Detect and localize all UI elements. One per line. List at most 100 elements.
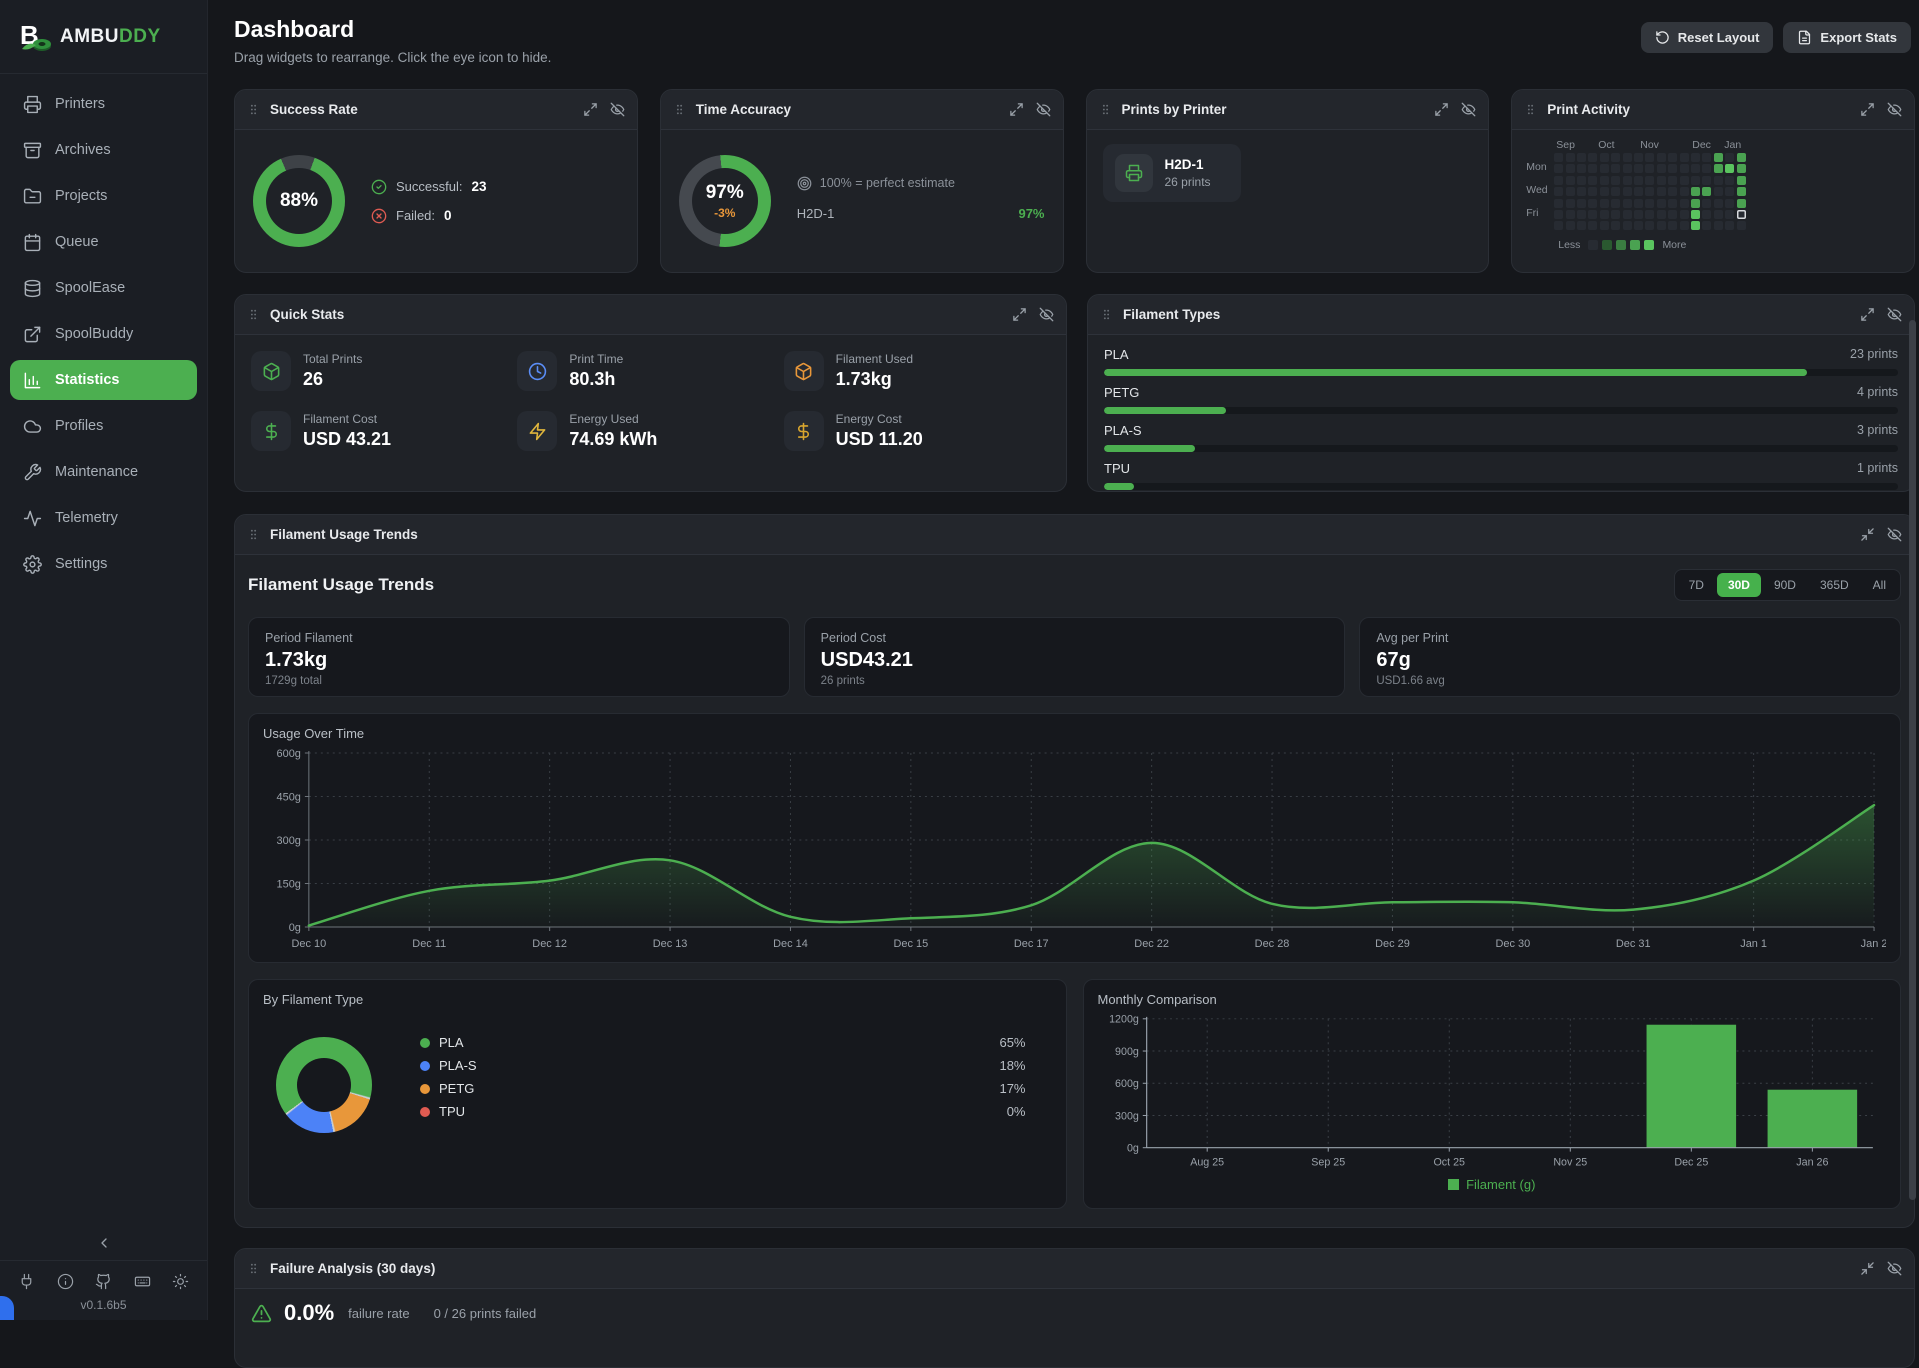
box-icon bbox=[794, 362, 813, 381]
export-stats-button[interactable]: Export Stats bbox=[1783, 22, 1911, 53]
bar-chart-icon bbox=[23, 371, 42, 390]
hide-button[interactable] bbox=[1039, 307, 1054, 322]
sidebar-nav: Printers Archives Projects Queue SpoolEa… bbox=[0, 74, 207, 590]
box-icon bbox=[262, 362, 281, 381]
svg-text:Nov 25: Nov 25 bbox=[1553, 1156, 1587, 1168]
widget-failure-analysis: Failure Analysis (30 days) 0.0% failure … bbox=[234, 1248, 1915, 1368]
time-range-selector: 7D 30D 90D 365D All bbox=[1674, 569, 1901, 601]
printer-card[interactable]: H2D-1 26 prints bbox=[1103, 144, 1241, 202]
hide-button[interactable] bbox=[1887, 1261, 1902, 1276]
expand-icon bbox=[1009, 102, 1024, 117]
drag-handle-icon[interactable] bbox=[247, 527, 260, 542]
sidebar-item-telemetry[interactable]: Telemetry bbox=[10, 498, 197, 538]
range-30d-button[interactable]: 30D bbox=[1717, 573, 1761, 597]
widget-title: Prints by Printer bbox=[1122, 102, 1227, 117]
sidebar-item-label: Profiles bbox=[55, 418, 103, 434]
app-logo: B AMBUDDY bbox=[0, 0, 207, 74]
x-circle-icon bbox=[371, 208, 387, 224]
rotate-ccw-icon bbox=[1655, 30, 1670, 45]
svg-text:Dec 12: Dec 12 bbox=[532, 938, 567, 950]
eye-off-icon bbox=[1887, 1261, 1902, 1276]
range-all-button[interactable]: All bbox=[1862, 573, 1897, 597]
stat-filament-used: Filament Used1.73kg bbox=[784, 351, 1050, 391]
sidebar-item-statistics[interactable]: Statistics bbox=[10, 360, 197, 400]
sidebar-item-spoolease[interactable]: SpoolEase bbox=[10, 268, 197, 308]
hide-button[interactable] bbox=[1887, 102, 1902, 117]
drag-handle-icon[interactable] bbox=[247, 1261, 260, 1276]
sidebar-collapse-button[interactable] bbox=[0, 1226, 207, 1260]
sidebar-item-label: Printers bbox=[55, 96, 105, 112]
sidebar-item-maintenance[interactable]: Maintenance bbox=[10, 452, 197, 492]
expand-button[interactable] bbox=[1434, 102, 1449, 117]
app-name: AMBUDDY bbox=[60, 26, 161, 48]
drag-handle-icon[interactable] bbox=[1524, 102, 1537, 117]
sidebar-item-printers[interactable]: Printers bbox=[10, 84, 197, 124]
range-365d-button[interactable]: 365D bbox=[1809, 573, 1860, 597]
sidebar-item-settings[interactable]: Settings bbox=[10, 544, 197, 584]
svg-text:Dec 30: Dec 30 bbox=[1495, 938, 1530, 950]
drag-handle-icon[interactable] bbox=[247, 102, 260, 117]
drag-handle-icon[interactable] bbox=[1100, 307, 1113, 322]
period-cost-card: Period Cost USD43.21 26 prints bbox=[804, 617, 1346, 697]
expand-button[interactable] bbox=[1860, 102, 1875, 117]
expand-icon bbox=[1860, 307, 1875, 322]
range-90d-button[interactable]: 90D bbox=[1763, 573, 1807, 597]
sidebar-item-spoolbuddy[interactable]: SpoolBuddy bbox=[10, 314, 197, 354]
widget-print-activity: Print Activity SepOctNovDecJan MonWedFri… bbox=[1511, 89, 1915, 273]
external-link-icon bbox=[23, 325, 42, 344]
printer-icon bbox=[23, 95, 42, 114]
github-icon[interactable] bbox=[95, 1273, 112, 1290]
activity-icon bbox=[23, 509, 42, 528]
svg-text:Dec 13: Dec 13 bbox=[653, 938, 688, 950]
sidebar: B AMBUDDY Printers Archives Projects Que… bbox=[0, 0, 208, 1320]
printer-icon bbox=[1115, 154, 1153, 192]
check-circle-icon bbox=[371, 179, 387, 195]
heatmap-legend: Less More bbox=[1554, 239, 1900, 251]
eye-off-icon bbox=[1887, 307, 1902, 322]
eye-off-icon bbox=[610, 102, 625, 117]
reset-layout-button[interactable]: Reset Layout bbox=[1641, 22, 1774, 53]
printer-name: H2D-1 bbox=[1165, 157, 1211, 172]
hide-button[interactable] bbox=[1461, 102, 1476, 117]
hide-button[interactable] bbox=[1887, 307, 1902, 322]
expand-button[interactable] bbox=[1860, 307, 1875, 322]
plug-icon[interactable] bbox=[18, 1273, 35, 1290]
info-icon[interactable] bbox=[57, 1273, 74, 1290]
sun-icon[interactable] bbox=[172, 1273, 189, 1290]
collapse-button[interactable] bbox=[1860, 527, 1875, 542]
hide-button[interactable] bbox=[1887, 527, 1902, 542]
svg-text:Dec 31: Dec 31 bbox=[1616, 938, 1651, 950]
sidebar-item-archives[interactable]: Archives bbox=[10, 130, 197, 170]
expand-icon bbox=[1012, 307, 1027, 322]
keyboard-icon[interactable] bbox=[134, 1273, 151, 1290]
drag-handle-icon[interactable] bbox=[1099, 102, 1112, 117]
range-7d-button[interactable]: 7D bbox=[1678, 573, 1715, 597]
dollar-icon bbox=[262, 422, 281, 441]
sidebar-item-label: Queue bbox=[55, 234, 99, 250]
widget-filament-usage-trends: Filament Usage Trends Filament Usage Tre… bbox=[234, 514, 1915, 1228]
svg-text:Aug 25: Aug 25 bbox=[1190, 1156, 1224, 1168]
collapse-button[interactable] bbox=[1860, 1261, 1875, 1276]
filament-type-row: PLA-S3 prints bbox=[1104, 423, 1898, 452]
scrollbar[interactable] bbox=[1909, 320, 1916, 1200]
svg-text:Dec 14: Dec 14 bbox=[773, 938, 808, 950]
accuracy-printer-row: H2D-197% bbox=[797, 206, 1045, 221]
sidebar-item-queue[interactable]: Queue bbox=[10, 222, 197, 262]
gear-icon bbox=[23, 555, 42, 574]
expand-button[interactable] bbox=[583, 102, 598, 117]
drag-handle-icon[interactable] bbox=[247, 307, 260, 322]
sidebar-item-projects[interactable]: Projects bbox=[10, 176, 197, 216]
widget-title: Quick Stats bbox=[270, 307, 344, 322]
filament-type-bar bbox=[1104, 369, 1898, 376]
widget-title: Filament Types bbox=[1123, 307, 1220, 322]
expand-button[interactable] bbox=[1012, 307, 1027, 322]
usage-over-time-chart: 0g150g300g450g600gDec 10Dec 11Dec 12Dec … bbox=[263, 743, 1886, 961]
expand-button[interactable] bbox=[1009, 102, 1024, 117]
sidebar-item-profiles[interactable]: Profiles bbox=[10, 406, 197, 446]
drag-handle-icon[interactable] bbox=[673, 102, 686, 117]
hide-button[interactable] bbox=[610, 102, 625, 117]
widget-title: Failure Analysis (30 days) bbox=[270, 1261, 435, 1276]
activity-heatmap[interactable] bbox=[1554, 153, 1745, 230]
monthly-chart-legend: Filament (g) bbox=[1098, 1177, 1887, 1192]
hide-button[interactable] bbox=[1036, 102, 1051, 117]
